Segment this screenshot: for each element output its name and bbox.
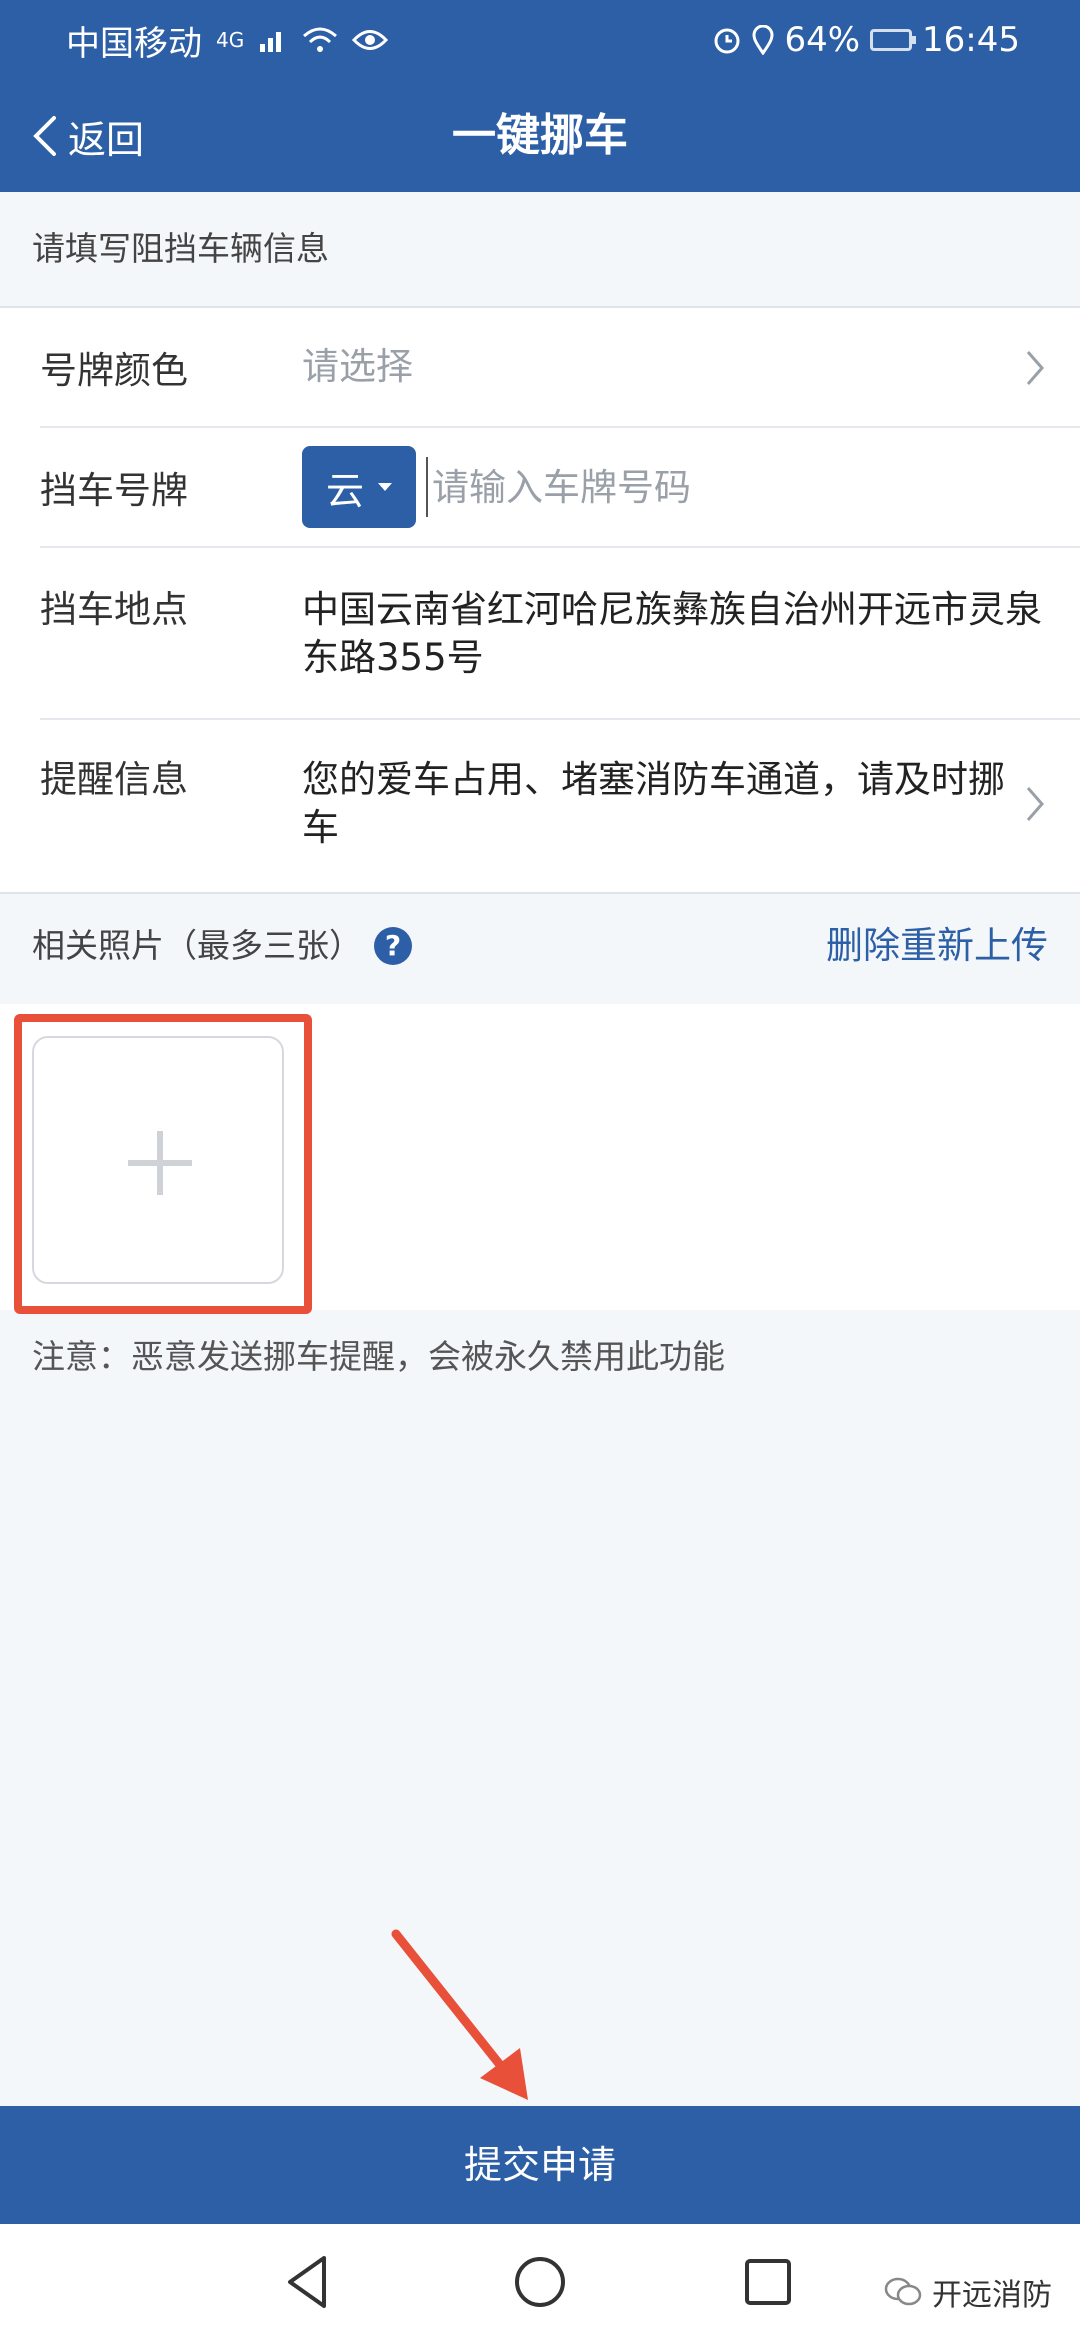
reminder-row[interactable]: 提醒信息 您的爱车占用、堵塞消防车通道，请及时挪车 <box>40 720 1080 892</box>
chevron-right-icon <box>1026 351 1044 385</box>
photos-label: 相关照片（最多三张） <box>32 926 362 965</box>
alarm-icon <box>714 28 740 54</box>
eye-icon <box>352 30 389 50</box>
submit-button[interactable]: 提交申请 <box>0 2106 1080 2224</box>
back-label: 返回 <box>68 117 145 162</box>
status-left: 中国移动 4G <box>66 16 389 65</box>
wechat-icon <box>884 2277 922 2306</box>
battery-percent: 64% <box>784 20 861 60</box>
province-dropdown[interactable]: 云 <box>302 446 416 528</box>
location-value: 中国云南省红河哈尼族彝族自治州开远市灵泉东路355号 <box>302 588 1042 679</box>
plate-number-row: 挡车号牌 云 <box>40 428 1080 548</box>
page-title: 一键挪车 <box>452 110 628 161</box>
add-photo-button[interactable] <box>32 1036 284 1284</box>
watermark-text: 开远消防 <box>932 2278 1052 2313</box>
province-value: 云 <box>325 468 364 513</box>
reminder-label: 提醒信息 <box>40 758 188 801</box>
help-icon[interactable]: ? <box>374 927 412 965</box>
battery-icon <box>870 29 917 51</box>
wifi-icon <box>303 27 338 52</box>
location-label: 挡车地点 <box>40 588 188 631</box>
nav-back-icon[interactable] <box>276 2250 340 2314</box>
form-hint: 请填写阻挡车辆信息 <box>32 229 329 268</box>
vehicle-form: 号牌颜色 请选择 挡车号牌 云 挡车地点 中国云南省红河哈尼族彝族自治州开远市灵… <box>0 306 1080 894</box>
caret-down-icon <box>378 483 392 491</box>
plate-number-input[interactable] <box>426 457 886 517</box>
nav-recents-icon[interactable] <box>736 2250 800 2314</box>
status-right: 64% 16:45 <box>712 20 1020 60</box>
plate-color-label: 号牌颜色 <box>40 349 188 392</box>
signal-icon <box>260 32 282 52</box>
plate-color-select[interactable]: 请选择 <box>302 343 1050 391</box>
location-row: 挡车地点 中国云南省红河哈尼族彝族自治州开远市灵泉东路355号 <box>40 548 1080 720</box>
plate-number-label: 挡车号牌 <box>40 469 188 512</box>
plate-color-row[interactable]: 号牌颜色 请选择 <box>40 308 1080 428</box>
back-button[interactable]: 返回 <box>30 80 144 192</box>
carrier-text: 中国移动 <box>66 23 202 64</box>
notice-text: 注意：恶意发送挪车提醒，会被永久禁用此功能 <box>32 1337 725 1376</box>
annotation-arrow-icon <box>391 1929 528 2100</box>
chevron-right-icon <box>1026 787 1044 821</box>
clock-text: 16:45 <box>922 20 1020 60</box>
location-icon <box>752 25 774 55</box>
nav-home-icon[interactable] <box>508 2250 572 2314</box>
chevron-left-icon <box>33 116 56 156</box>
reupload-button[interactable]: 删除重新上传 <box>826 888 1048 1004</box>
reminder-value[interactable]: 您的爱车占用、堵塞消防车通道，请及时挪车 <box>302 756 1050 852</box>
photo-upload-area <box>0 1004 1080 1314</box>
photos-header: 相关照片（最多三张） ? 删除重新上传 <box>0 888 1080 1004</box>
app-header: 返回 一键挪车 <box>0 80 1080 192</box>
network-text: 4G <box>216 28 245 52</box>
status-bar: 中国移动 4G 64% 16:45 <box>0 0 1080 80</box>
watermark: 开远消防 <box>884 2270 1052 2314</box>
photos-label-wrap: 相关照片（最多三张） ? <box>32 888 412 1004</box>
